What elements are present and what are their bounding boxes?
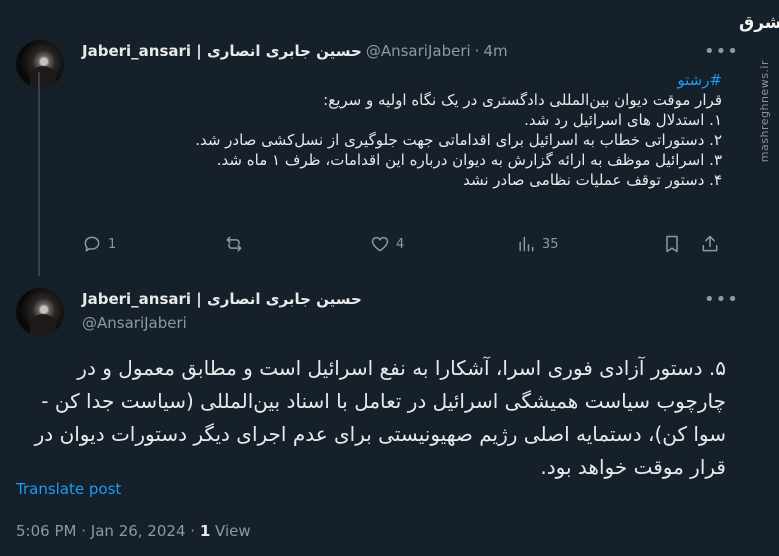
translate-post-link[interactable]: Translate post [16, 480, 121, 498]
reply-button[interactable]: 1 [82, 234, 116, 254]
tweet-line: ۲. دستوراتی خطاب به اسرائیل برای اقدامات… [195, 131, 722, 149]
site-url: mashreghnews.ir [758, 60, 771, 163]
tweet-text: ۵. دستور آزادی فوری اسرا، آشکارا به نفع … [34, 356, 726, 479]
separator-dot: · [190, 522, 196, 540]
views-icon [519, 236, 534, 252]
avatar[interactable] [16, 40, 64, 88]
hashtag-link[interactable]: #رشتو [82, 70, 722, 90]
reply-count: 1 [108, 236, 117, 252]
like-button[interactable]: 4 [370, 234, 404, 254]
views-label: View [215, 522, 251, 540]
handle-row: @AnsariJaberi [82, 314, 187, 332]
handle[interactable]: @AnsariJaberi [366, 42, 471, 60]
views-button[interactable]: 35 [516, 234, 559, 254]
display-name[interactable]: Jaberi_ansari | حسین جابری انصاری [82, 290, 362, 308]
thread-line [38, 72, 40, 276]
tweet-line: قرار موقت دیوان بین‌المللی دادگستری در ی… [323, 91, 722, 109]
tweet-text: #رشتو قرار موقت دیوان بین‌المللی دادگستر… [82, 70, 722, 190]
share-icon [702, 235, 718, 252]
retweet-button[interactable] [224, 234, 250, 254]
timestamp[interactable]: 4m [483, 42, 507, 60]
post-meta: 5:06 PM · Jan 26, 2024 · 1 View [16, 522, 251, 540]
display-name[interactable]: Jaberi_ansari | حسین جابری انصاری [82, 42, 362, 60]
site-logo: مشرق [739, 12, 779, 34]
action-bar: 1 4 35 [82, 232, 722, 258]
like-count: 4 [396, 236, 405, 252]
views-count: 35 [542, 236, 559, 252]
tweet-header: Jaberi_ansari | حسین جابری انصاری @Ansar… [82, 42, 508, 60]
handle[interactable]: @AnsariJaberi [82, 314, 187, 332]
separator-dot: · [81, 522, 87, 540]
post-date[interactable]: Jan 26, 2024 [91, 522, 186, 540]
views-count: 1 [199, 522, 211, 540]
heart-icon [371, 236, 389, 252]
retweet-icon [226, 236, 242, 252]
post-time[interactable]: 5:06 PM [16, 522, 76, 540]
more-icon[interactable]: ••• [704, 291, 739, 309]
reply-icon [84, 236, 100, 252]
tweet-line: ۴. دستور توقف عملیات نظامی صادر نشد [463, 171, 722, 189]
separator-dot: · [474, 42, 480, 60]
site-logo-text: مشرق [739, 13, 779, 33]
more-icon[interactable]: ••• [704, 43, 739, 61]
share-button[interactable] [700, 234, 720, 254]
tweet-header: Jaberi_ansari | حسین جابری انصاری [82, 290, 362, 308]
avatar[interactable] [16, 288, 64, 336]
tweet-line: ۳. اسرائیل موظف به ارائه گزارش به دیوان … [216, 151, 722, 169]
tweet-line: ۱. استدلال های اسرائیل رد شد. [524, 111, 722, 129]
bookmark-icon [666, 235, 678, 253]
bookmark-button[interactable] [662, 234, 682, 254]
